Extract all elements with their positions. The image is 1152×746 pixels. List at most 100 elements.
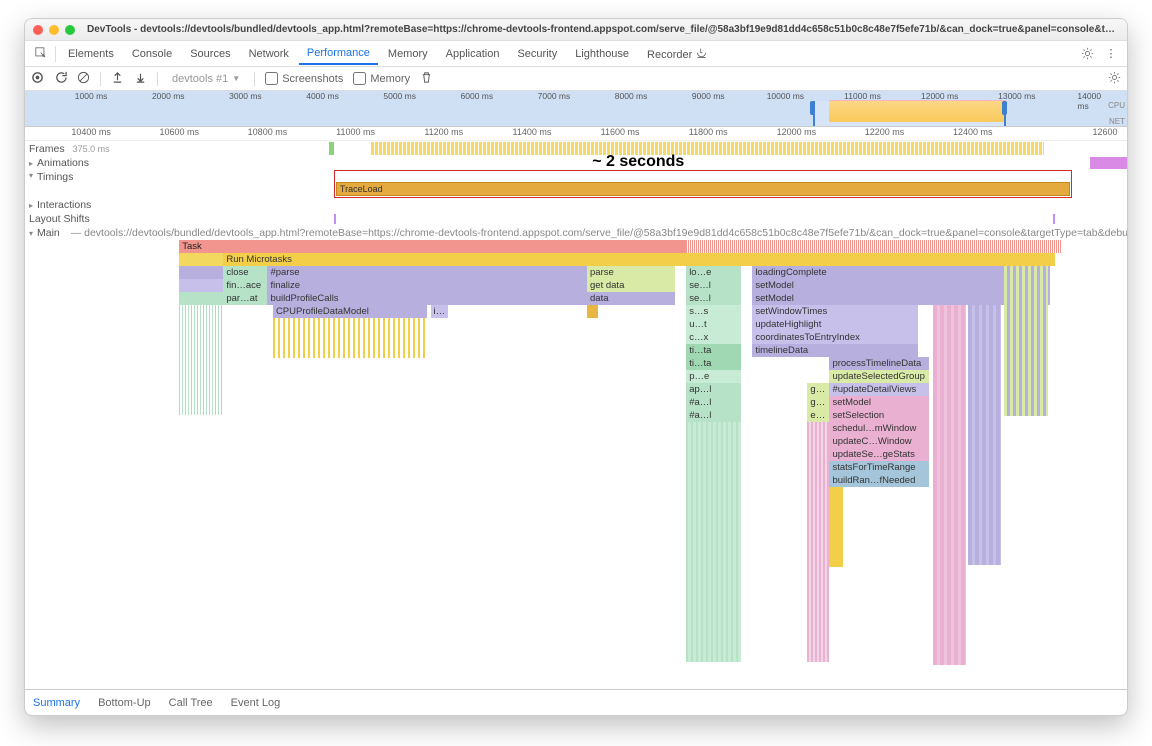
perf-settings-icon[interactable]	[1108, 71, 1121, 87]
flame-getdata[interactable]: get data	[587, 279, 675, 292]
tab-lighthouse[interactable]: Lighthouse	[567, 44, 637, 64]
flame-setmodel3[interactable]: setModel	[829, 396, 928, 409]
flame-mid-fringe[interactable]	[273, 318, 427, 358]
flame-right-stack3[interactable]	[1004, 266, 1048, 416]
flame-pe[interactable]: p…e	[686, 370, 741, 383]
flame-seg[interactable]	[179, 253, 223, 266]
timing-traceload[interactable]: TraceLoad	[336, 182, 1070, 196]
settings-icon[interactable]	[1077, 44, 1097, 64]
close-icon[interactable]	[33, 25, 43, 35]
tab-elements[interactable]: Elements	[60, 44, 122, 64]
flame-chart[interactable]: Task Run Microtasks close #parse fin…ace…	[25, 240, 1127, 689]
flame-i[interactable]: i…	[431, 305, 449, 318]
main-track-label[interactable]: ▾Main — devtools://devtools/bundled/devt…	[25, 226, 1127, 240]
flame-data[interactable]: data	[587, 292, 675, 305]
flame-sel2[interactable]: se…l	[686, 292, 741, 305]
tab-memory[interactable]: Memory	[380, 44, 436, 64]
btab-bottomup[interactable]: Bottom-Up	[98, 697, 151, 709]
flame-updateselgrp[interactable]: updateSelectedGroup	[829, 370, 928, 383]
tab-application[interactable]: Application	[438, 44, 508, 64]
flame-sel[interactable]: se…l	[686, 279, 741, 292]
animations-track-label[interactable]: ▸Animations	[25, 156, 205, 170]
interactions-track[interactable]	[205, 198, 1127, 212]
tab-security[interactable]: Security	[509, 44, 565, 64]
flame-setselection[interactable]: setSelection	[829, 409, 928, 422]
screenshots-checkbox[interactable]: Screenshots	[265, 72, 343, 85]
btab-eventlog[interactable]: Event Log	[231, 697, 281, 709]
minimize-icon[interactable]	[49, 25, 59, 35]
flame-processtimeline[interactable]: processTimelineData	[829, 357, 928, 370]
reload-button[interactable]	[54, 71, 67, 87]
upload-button[interactable]	[111, 71, 124, 87]
flame-cpumodel[interactable]: CPUProfileDataModel	[273, 305, 427, 318]
inspect-icon[interactable]	[31, 44, 51, 64]
flame-coordstoidx[interactable]: coordinatesToEntryIndex	[752, 331, 917, 344]
tab-console[interactable]: Console	[124, 44, 180, 64]
flame-seg[interactable]	[179, 266, 223, 279]
flame-e1[interactable]: e…	[807, 409, 829, 422]
timings-track[interactable]: TraceLoad	[205, 170, 1127, 198]
flame-schedwin[interactable]: schedul…mWindow	[829, 422, 928, 435]
flame-deep-stack[interactable]	[686, 422, 741, 662]
flame-thin-yellow[interactable]	[829, 487, 842, 567]
flame-ss[interactable]: s…s	[686, 305, 741, 318]
flame-statsrange[interactable]: statsForTimeRange	[829, 461, 928, 474]
memory-checkbox[interactable]: Memory	[353, 72, 410, 85]
clear-button[interactable]	[77, 71, 90, 87]
flame-g1[interactable]: g…	[807, 383, 829, 396]
flame-buildprofile[interactable]: buildProfileCalls	[267, 292, 587, 305]
flame-finace[interactable]: fin…ace	[223, 279, 267, 292]
flame-g2[interactable]: g…	[807, 396, 829, 409]
flame-updatecwin[interactable]: updateC…Window	[829, 435, 928, 448]
detail-ruler[interactable]: 10400 ms 10600 ms 10800 ms 11000 ms 1120…	[25, 127, 1127, 141]
overview-handle-right[interactable]	[1002, 101, 1007, 115]
frames-track-label[interactable]: Frames375.0 ms	[25, 141, 205, 156]
animations-track[interactable]: ~ 2 seconds	[205, 156, 1127, 170]
flame-setwindowtimes[interactable]: setWindowTimes	[752, 305, 917, 318]
overview-timeline[interactable]: 1000 ms 2000 ms 3000 ms 4000 ms 5000 ms …	[25, 91, 1127, 127]
btab-calltree[interactable]: Call Tree	[169, 697, 213, 709]
trash-button[interactable]	[420, 71, 433, 87]
flame-seg[interactable]	[179, 292, 223, 305]
tab-network[interactable]: Network	[241, 44, 297, 64]
flame-ut[interactable]: u…t	[686, 318, 741, 331]
flame-tita[interactable]: ti…ta	[686, 344, 741, 357]
interactions-track-label[interactable]: ▸Interactions	[25, 198, 205, 212]
flame-timelinedata[interactable]: timelineData	[752, 344, 917, 357]
flame-close[interactable]: close	[223, 266, 267, 279]
flame-hal[interactable]: #a…l	[686, 396, 741, 409]
flame-loe[interactable]: lo…e	[686, 266, 741, 279]
flame-left-fringe[interactable]	[179, 305, 223, 415]
download-button[interactable]	[134, 71, 147, 87]
flame-seg[interactable]	[179, 279, 223, 292]
btab-summary[interactable]: Summary	[33, 697, 80, 709]
flame-buildran[interactable]: buildRan…fNeeded	[829, 474, 928, 487]
flame-microtasks[interactable]: Run Microtasks	[223, 253, 1055, 266]
tab-recorder[interactable]: Recorder	[639, 43, 716, 65]
flame-updatedetail[interactable]: #updateDetailViews	[829, 383, 928, 396]
layout-shifts-track[interactable]	[205, 212, 1127, 226]
timings-track-label[interactable]: ▾Timings	[25, 170, 205, 198]
flame-updatesestats[interactable]: updateSe…geStats	[829, 448, 928, 461]
flame-cx[interactable]: c…x	[686, 331, 741, 344]
overview-handle-left[interactable]	[810, 101, 815, 115]
tab-performance[interactable]: Performance	[299, 43, 378, 65]
flame-updatehighlight[interactable]: updateHighlight	[752, 318, 917, 331]
flame-thin-pink[interactable]	[807, 422, 829, 662]
flame-right-stack2[interactable]	[968, 305, 1001, 565]
flame-tita2[interactable]: ti…ta	[686, 357, 741, 370]
flame-right-stack1[interactable]	[933, 305, 966, 665]
record-button[interactable]	[31, 71, 44, 87]
zoom-icon[interactable]	[65, 25, 75, 35]
flame-hal2[interactable]: #a…l	[686, 409, 741, 422]
flame-parse[interactable]: #parse	[267, 266, 587, 279]
session-dropdown[interactable]: devtools #1 ▼	[168, 73, 244, 85]
flame-finalize[interactable]: finalize	[267, 279, 587, 292]
flame-parat[interactable]: par…at	[223, 292, 267, 305]
flame-seg[interactable]	[587, 305, 598, 318]
tab-sources[interactable]: Sources	[182, 44, 238, 64]
flame-apl[interactable]: ap…l	[686, 383, 741, 396]
overview-selection[interactable]	[813, 101, 1006, 126]
more-icon[interactable]: ⋮	[1101, 44, 1121, 64]
flame-parse2[interactable]: parse	[587, 266, 675, 279]
